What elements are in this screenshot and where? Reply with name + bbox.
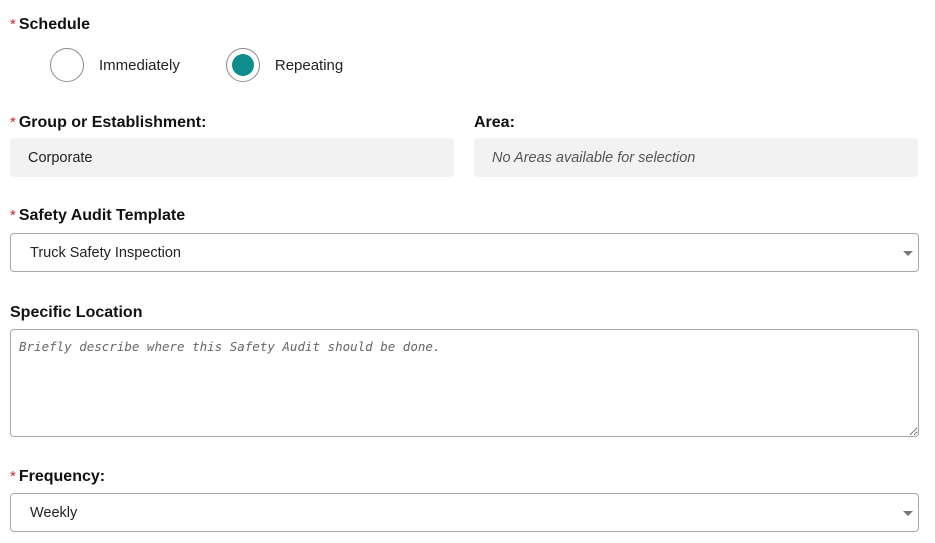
template-label: * Safety Audit Template: [10, 207, 186, 224]
required-asterisk: *: [10, 468, 16, 485]
group-field: Corporate: [10, 138, 454, 177]
location-label: Specific Location: [10, 304, 143, 321]
area-value: No Areas available for selection: [492, 149, 696, 166]
dropdown-caret-icon: [903, 510, 913, 516]
area-field: No Areas available for selection: [474, 138, 918, 177]
frequency-select[interactable]: Weekly: [10, 493, 919, 532]
radio-button-unselected[interactable]: [50, 48, 84, 82]
frequency-label: * Frequency:: [10, 468, 106, 485]
radio-immediately-label[interactable]: Immediately: [99, 57, 180, 74]
frequency-value: Weekly: [30, 504, 78, 521]
radio-button-selected[interactable]: [225, 48, 260, 82]
schedule-label: * Schedule: [10, 16, 90, 33]
group-value: Corporate: [28, 149, 93, 166]
radio-repeating[interactable]: Repeating: [225, 48, 343, 82]
area-label: Area:: [474, 114, 515, 131]
template-select[interactable]: Truck Safety Inspection: [10, 233, 919, 272]
radio-repeating-label[interactable]: Repeating: [275, 57, 343, 74]
required-asterisk: *: [10, 16, 16, 33]
required-asterisk: *: [10, 114, 16, 131]
required-asterisk: *: [10, 207, 16, 224]
radio-selected-dot: [231, 54, 254, 76]
location-textarea[interactable]: [10, 329, 919, 437]
dropdown-caret-icon: [903, 250, 913, 256]
template-value: Truck Safety Inspection: [30, 244, 181, 261]
schedule-radio-group: Immediately Repeating: [50, 48, 343, 82]
radio-immediately[interactable]: Immediately: [50, 48, 180, 82]
group-label: * Group or Establishment:: [10, 114, 207, 131]
